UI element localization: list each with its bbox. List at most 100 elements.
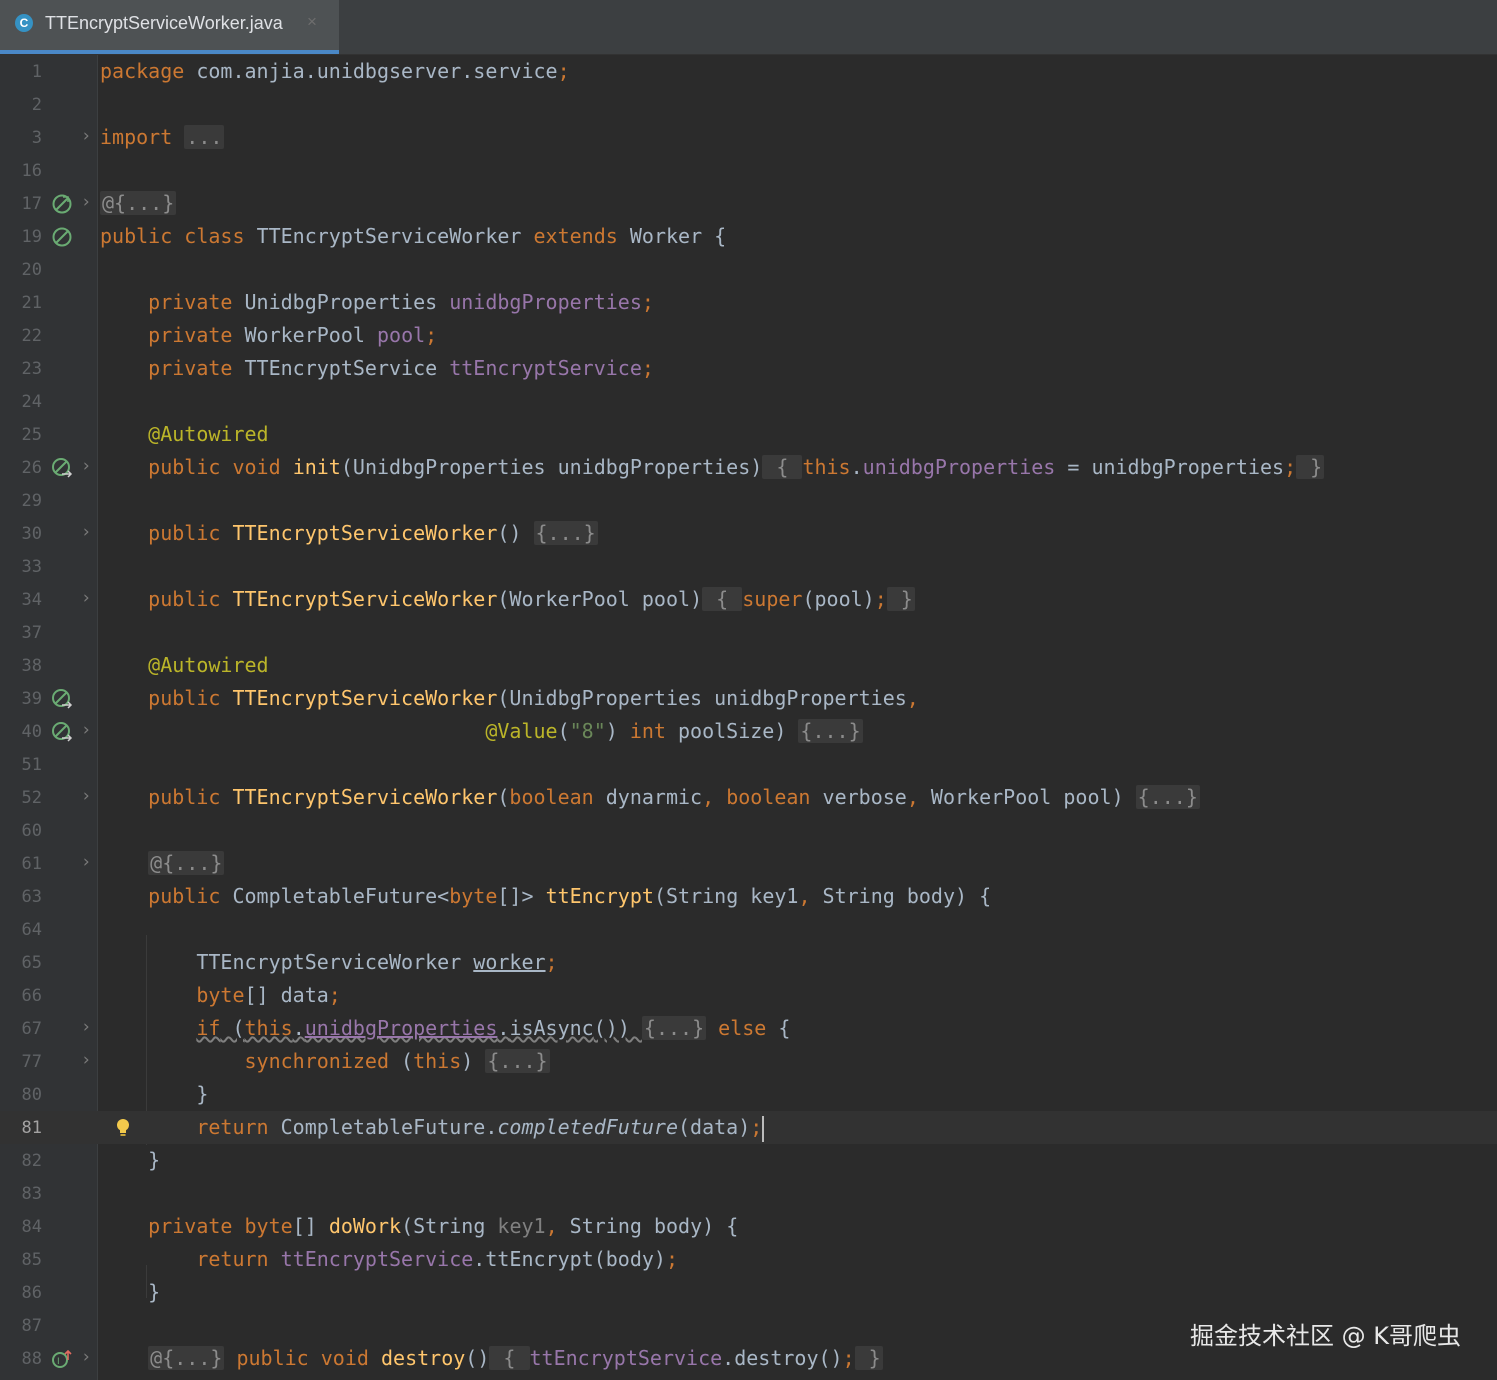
line-number: 63 xyxy=(21,887,42,907)
watermark: 掘金技术社区 @ K哥爬虫 xyxy=(1190,1322,1461,1350)
code-line: 33 xyxy=(0,550,1497,583)
code-text: package com.anjia.unidbgserver.service; xyxy=(100,59,570,83)
code-line: 61 › @{...} xyxy=(0,847,1497,880)
code-line: 77 › synchronized (this) {...} xyxy=(0,1045,1497,1078)
line-number: 77 xyxy=(21,1052,42,1072)
folded-region[interactable]: @{...} xyxy=(148,851,225,875)
override-up-icon[interactable]: I xyxy=(51,1348,73,1370)
tab-title: TTEncryptServiceWorker.java xyxy=(45,13,283,33)
code-text: if (this.unidbgProperties.isAsync()) {..… xyxy=(196,1016,791,1040)
code-line: 67 › if (this.unidbgProperties.isAsync()… xyxy=(0,1012,1497,1045)
line-number: 51 xyxy=(21,755,42,775)
spring-autowired-icon[interactable] xyxy=(51,457,73,479)
line-number: 16 xyxy=(21,161,42,181)
code-line: 16 xyxy=(0,154,1497,187)
line-number: 52 xyxy=(21,788,42,808)
svg-text:I: I xyxy=(57,1357,60,1367)
code-line: 52 › public TTEncryptServiceWorker(boole… xyxy=(0,781,1497,814)
spring-autowired-icon[interactable] xyxy=(51,721,73,743)
line-number: 30 xyxy=(21,524,42,544)
code-line: 22 private WorkerPool pool; xyxy=(0,319,1497,352)
code-line: 29 xyxy=(0,484,1497,517)
line-number: 24 xyxy=(21,392,42,412)
folded-region[interactable]: ... xyxy=(184,125,225,149)
spring-bean-icon[interactable] xyxy=(51,193,73,215)
line-number: 20 xyxy=(21,260,42,280)
code-line: 51 xyxy=(0,748,1497,781)
fold-expand-icon[interactable]: › xyxy=(81,720,91,740)
code-text: TTEncryptServiceWorker worker; xyxy=(196,950,558,974)
code-line: 1 package com.anjia.unidbgserver.service… xyxy=(0,55,1497,88)
folded-region[interactable]: @{...} xyxy=(100,191,177,215)
code-text: private UnidbgProperties unidbgPropertie… xyxy=(148,290,654,314)
line-number: 19 xyxy=(21,227,42,247)
code-line: 65 TTEncryptServiceWorker worker; xyxy=(0,946,1497,979)
fold-expand-icon[interactable]: › xyxy=(81,588,91,608)
code-line: 30 › public TTEncryptServiceWorker() {..… xyxy=(0,517,1497,550)
fold-expand-icon[interactable]: › xyxy=(81,456,91,476)
spring-bean-icon[interactable] xyxy=(51,226,73,248)
code-text: private byte[] doWork(String key1, Strin… xyxy=(148,1214,739,1238)
tab-ttencryptserviceworker[interactable]: C TTEncryptServiceWorker.java × xyxy=(0,0,339,54)
fold-expand-icon[interactable]: › xyxy=(81,522,91,542)
close-icon[interactable]: × xyxy=(307,12,317,32)
fold-expand-icon[interactable]: › xyxy=(81,1017,91,1037)
fold-expand-icon[interactable]: › xyxy=(81,126,91,146)
line-number: 65 xyxy=(21,953,42,973)
fold-expand-icon[interactable]: › xyxy=(81,786,91,806)
fold-expand-icon[interactable]: › xyxy=(81,1050,91,1070)
code-line: 17 › @{...} xyxy=(0,187,1497,220)
code-line: 26 › public void init(UnidbgProperties u… xyxy=(0,451,1497,484)
code-text: public class TTEncryptServiceWorker exte… xyxy=(100,224,727,248)
code-line: 2 xyxy=(0,88,1497,121)
code-text: public CompletableFuture<byte[]> ttEncry… xyxy=(148,884,992,908)
fold-expand-icon[interactable]: › xyxy=(81,852,91,872)
code-line: 3 › import ... xyxy=(0,121,1497,154)
code-line: 24 xyxy=(0,385,1497,418)
code-line: 39 public TTEncryptServiceWorker(UnidbgP… xyxy=(0,682,1497,715)
line-number: 29 xyxy=(21,491,42,511)
folded-region[interactable]: {...} xyxy=(533,521,598,545)
code-editor[interactable]: 1 package com.anjia.unidbgserver.service… xyxy=(0,55,1497,1380)
code-text: @Value("8") int poolSize) {...} xyxy=(485,719,863,743)
line-number: 38 xyxy=(21,656,42,676)
line-number: 81 xyxy=(21,1118,42,1138)
folded-region[interactable]: @{...} xyxy=(148,1346,225,1370)
line-number: 80 xyxy=(21,1085,42,1105)
folded-region[interactable]: {...} xyxy=(485,1049,550,1073)
line-number: 33 xyxy=(21,557,42,577)
code-line: 20 xyxy=(0,253,1497,286)
code-text: @{...} public void destroy() { ttEncrypt… xyxy=(148,1346,883,1370)
line-number: 66 xyxy=(21,986,42,1006)
code-line: 19 public class TTEncryptServiceWorker e… xyxy=(0,220,1497,253)
fold-expand-icon[interactable]: › xyxy=(81,192,91,212)
folded-region[interactable]: {...} xyxy=(1135,785,1200,809)
spring-autowired-icon[interactable] xyxy=(51,688,73,710)
code-line: 84 private byte[] doWork(String key1, St… xyxy=(0,1210,1497,1243)
code-line: 37 xyxy=(0,616,1497,649)
line-number: 21 xyxy=(21,293,42,313)
folded-region[interactable]: {...} xyxy=(798,719,863,743)
line-number: 3 xyxy=(31,128,42,148)
line-number: 26 xyxy=(21,458,42,478)
folded-region[interactable]: {...} xyxy=(641,1016,707,1040)
code-line: 86 } xyxy=(0,1276,1497,1309)
code-text: private WorkerPool pool; xyxy=(148,323,438,347)
code-text: public TTEncryptServiceWorker(WorkerPool… xyxy=(148,587,915,611)
code-text: @{...} xyxy=(100,191,177,215)
code-line: 40 › @Value("8") int poolSize) {...} xyxy=(0,715,1497,748)
line-number: 61 xyxy=(21,854,42,874)
code-line: 66 byte[] data; xyxy=(0,979,1497,1012)
code-text: byte[] data; xyxy=(196,983,341,1007)
code-text: @{...} xyxy=(100,851,225,875)
code-text: public TTEncryptServiceWorker() {...} xyxy=(148,521,598,545)
line-number: 23 xyxy=(21,359,42,379)
code-text: private TTEncryptService ttEncryptServic… xyxy=(148,356,654,380)
code-text: return CompletableFuture.completedFuture… xyxy=(100,1115,765,1142)
code-text: public TTEncryptServiceWorker(UnidbgProp… xyxy=(148,686,919,710)
code-line: 60 xyxy=(0,814,1497,847)
code-text: @Autowired xyxy=(148,653,269,677)
line-number: 86 xyxy=(21,1283,42,1303)
fold-expand-icon[interactable]: › xyxy=(81,1347,91,1367)
line-number: 87 xyxy=(21,1316,42,1336)
